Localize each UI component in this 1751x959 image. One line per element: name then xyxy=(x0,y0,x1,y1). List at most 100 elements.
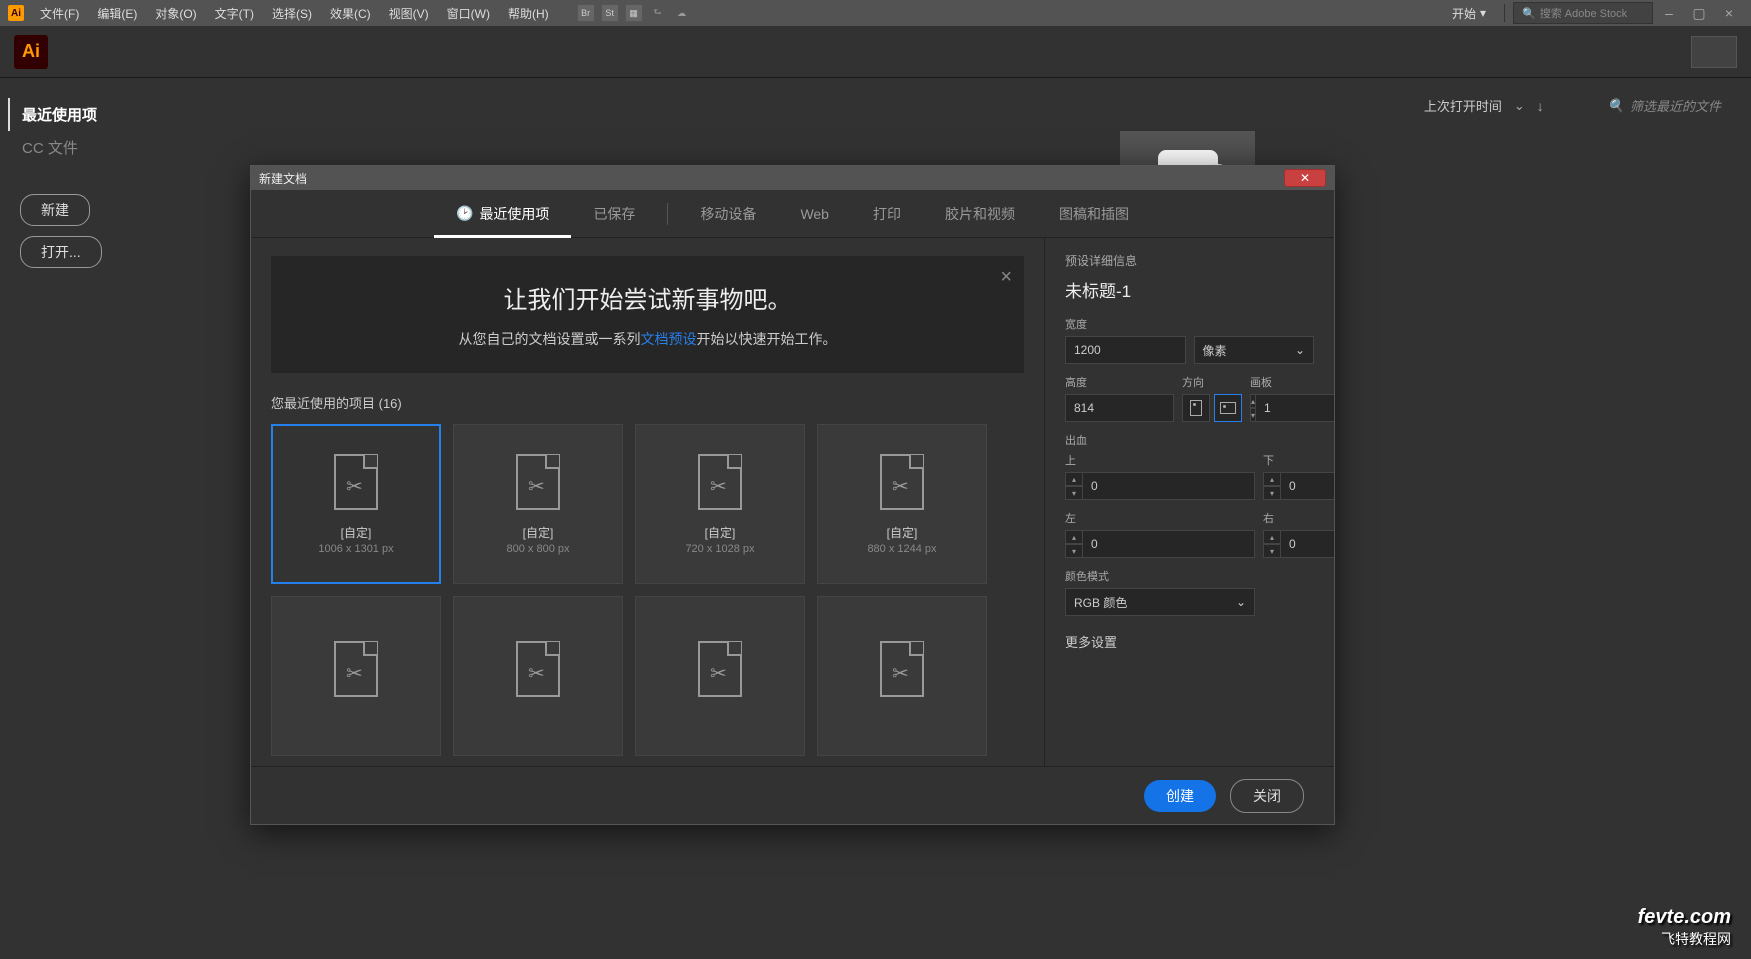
orientation-label: 方向 xyxy=(1182,374,1242,390)
document-icon: ✂ xyxy=(698,641,742,697)
bleed-bottom-input[interactable] xyxy=(1281,472,1334,500)
hero-subtext: 从您自己的文档设置或一系列文档预设开始以快速开始工作。 xyxy=(291,329,1004,349)
width-label: 宽度 xyxy=(1065,316,1314,332)
menu-help[interactable]: 帮助(H) xyxy=(500,2,557,25)
tab-saved[interactable]: 已保存 xyxy=(571,190,657,238)
gpu-icon[interactable]: ⮑ xyxy=(649,4,667,22)
preset-item[interactable]: ✂ [自定] 880 x 1244 px xyxy=(817,424,987,584)
toolbar: Ai xyxy=(0,26,1751,78)
colormode-label: 颜色模式 xyxy=(1065,568,1314,584)
hero-banner: × 让我们开始尝试新事物吧。 从您自己的文档设置或一系列文档预设开始以快速开始工… xyxy=(271,256,1024,373)
preset-dim: 800 x 800 px xyxy=(507,543,570,555)
bridge-icon[interactable]: Br xyxy=(577,4,595,22)
dialog-left-pane: × 让我们开始尝试新事物吧。 从您自己的文档设置或一系列文档预设开始以快速开始工… xyxy=(251,238,1044,766)
menu-object[interactable]: 对象(O) xyxy=(147,2,204,25)
dialog-titlebar: 新建文档 ✕ xyxy=(251,166,1334,190)
bleed-top-input[interactable] xyxy=(1083,472,1255,500)
tab-art[interactable]: 图稿和插图 xyxy=(1037,190,1151,238)
bleed-bottom-label: 下 xyxy=(1263,452,1334,468)
nav-cc-files[interactable]: CC 文件 xyxy=(8,131,190,164)
left-sidebar: 最近使用项 CC 文件 新建 打开... xyxy=(0,78,210,959)
tab-mobile[interactable]: 移动设备 xyxy=(678,190,778,238)
tab-film[interactable]: 胶片和视频 xyxy=(923,190,1037,238)
new-button[interactable]: 新建 xyxy=(20,194,90,226)
more-settings[interactable]: 更多设置 xyxy=(1065,632,1314,651)
dialog-tabs: 🕑最近使用项 已保存 移动设备 Web 打印 胶片和视频 图稿和插图 xyxy=(251,190,1334,238)
preset-item[interactable]: ✂ xyxy=(271,596,441,756)
orientation-landscape[interactable] xyxy=(1214,394,1242,422)
stock-icon[interactable]: St xyxy=(601,4,619,22)
preset-grid: ✂[自定]1006 x 1301 px✂[自定]800 x 800 px✂[自定… xyxy=(271,424,1024,756)
menu-window[interactable]: 窗口(W) xyxy=(439,2,498,25)
tab-recent[interactable]: 🕑最近使用项 xyxy=(434,190,571,238)
preset-item[interactable]: ✂ xyxy=(817,596,987,756)
sort-dir-icon[interactable]: ↓ xyxy=(1537,98,1544,114)
artboards-input[interactable] xyxy=(1256,394,1334,422)
bleed-right-input[interactable] xyxy=(1281,530,1334,558)
hero-close-icon[interactable]: × xyxy=(1000,266,1012,289)
details-header: 预设详细信息 xyxy=(1065,252,1314,269)
document-icon: ✂ xyxy=(880,641,924,697)
doc-title[interactable]: 未标题-1 xyxy=(1065,277,1314,302)
new-document-dialog: 新建文档 ✕ 🕑最近使用项 已保存 移动设备 Web 打印 胶片和视频 图稿和插… xyxy=(250,165,1335,825)
clock-icon: 🕑 xyxy=(456,205,473,222)
preset-item[interactable]: ✂[自定]1006 x 1301 px xyxy=(271,424,441,584)
sort-value[interactable]: 上次打开时间 xyxy=(1424,96,1502,115)
preset-dim: 1006 x 1301 px xyxy=(318,543,393,555)
watermark: fevte.com 飞特教程网 xyxy=(1638,906,1731,949)
bleed-left-input[interactable] xyxy=(1083,530,1255,558)
height-input[interactable] xyxy=(1065,394,1174,422)
menubar: Ai 文件(F) 编辑(E) 对象(O) 文字(T) 选择(S) 效果(C) 视… xyxy=(0,0,1751,26)
preset-name: [自定] xyxy=(887,524,918,541)
document-icon: ✂ xyxy=(516,454,560,510)
preset-name: [自定] xyxy=(341,524,372,541)
preset-item[interactable]: ✂ xyxy=(635,596,805,756)
document-icon: ✂ xyxy=(880,454,924,510)
colormode-select[interactable]: RGB 颜色⌄ xyxy=(1065,588,1255,616)
preset-name: [自定] xyxy=(705,524,736,541)
preset-dim: 880 x 1244 px xyxy=(867,543,936,555)
dialog-footer: 创建 关闭 xyxy=(251,766,1334,824)
open-button[interactable]: 打开... xyxy=(20,236,102,268)
filter-recent-files[interactable]: 🔍 筛选最近的文件 xyxy=(1608,96,1721,115)
menu-type[interactable]: 文字(T) xyxy=(207,2,262,25)
sync-icon[interactable]: ☁ xyxy=(673,4,691,22)
dialog-right-pane: 预设详细信息 未标题-1 宽度 像素⌄ 高度 方向 xyxy=(1044,238,1334,766)
preset-item[interactable]: ✂ xyxy=(453,596,623,756)
dialog-close-button[interactable]: ✕ xyxy=(1284,169,1326,187)
app-icon: Ai xyxy=(8,5,24,21)
chevron-down-icon[interactable]: ⌄ xyxy=(1514,98,1525,114)
menu-view[interactable]: 视图(V) xyxy=(381,2,437,25)
preset-item[interactable]: ✂ [自定] 720 x 1028 px xyxy=(635,424,805,584)
search-icon: 🔍 xyxy=(1608,98,1624,114)
dialog-title: 新建文档 xyxy=(259,170,307,187)
bleed-right-label: 右 xyxy=(1263,510,1334,526)
window-minimize[interactable]: – xyxy=(1655,4,1683,22)
filter-placeholder: 筛选最近的文件 xyxy=(1630,96,1721,115)
create-button[interactable]: 创建 xyxy=(1144,780,1216,812)
menu-file[interactable]: 文件(F) xyxy=(32,2,87,25)
nav-recent[interactable]: 最近使用项 xyxy=(8,98,190,131)
chevron-down-icon: ⌄ xyxy=(1236,595,1246,609)
stock-search[interactable]: 🔍 搜索 Adobe Stock xyxy=(1513,2,1653,24)
close-button[interactable]: 关闭 xyxy=(1230,779,1304,813)
preset-item[interactable]: ✂[自定]800 x 800 px xyxy=(453,424,623,584)
workspace-switch[interactable] xyxy=(1691,36,1737,68)
menu-select[interactable]: 选择(S) xyxy=(264,2,320,25)
document-icon: ✂ xyxy=(516,641,560,697)
tab-web[interactable]: Web xyxy=(778,192,851,236)
start-dropdown[interactable]: 开始 ▾ xyxy=(1442,2,1496,25)
arrange-icon[interactable]: ▦ xyxy=(625,4,643,22)
doc-presets-link[interactable]: 文档预设 xyxy=(641,331,697,347)
orientation-portrait[interactable] xyxy=(1182,394,1210,422)
width-input[interactable] xyxy=(1065,336,1186,364)
menu-effect[interactable]: 效果(C) xyxy=(322,2,379,25)
tab-print[interactable]: 打印 xyxy=(851,190,923,238)
preset-dim: 720 x 1028 px xyxy=(685,543,754,555)
window-close[interactable]: × xyxy=(1715,4,1743,22)
window-restore[interactable]: ▢ xyxy=(1685,4,1713,22)
document-icon: ✂ xyxy=(698,454,742,510)
unit-select[interactable]: 像素⌄ xyxy=(1194,336,1315,364)
menu-edit[interactable]: 编辑(E) xyxy=(89,2,145,25)
search-icon: 🔍 xyxy=(1522,7,1536,20)
